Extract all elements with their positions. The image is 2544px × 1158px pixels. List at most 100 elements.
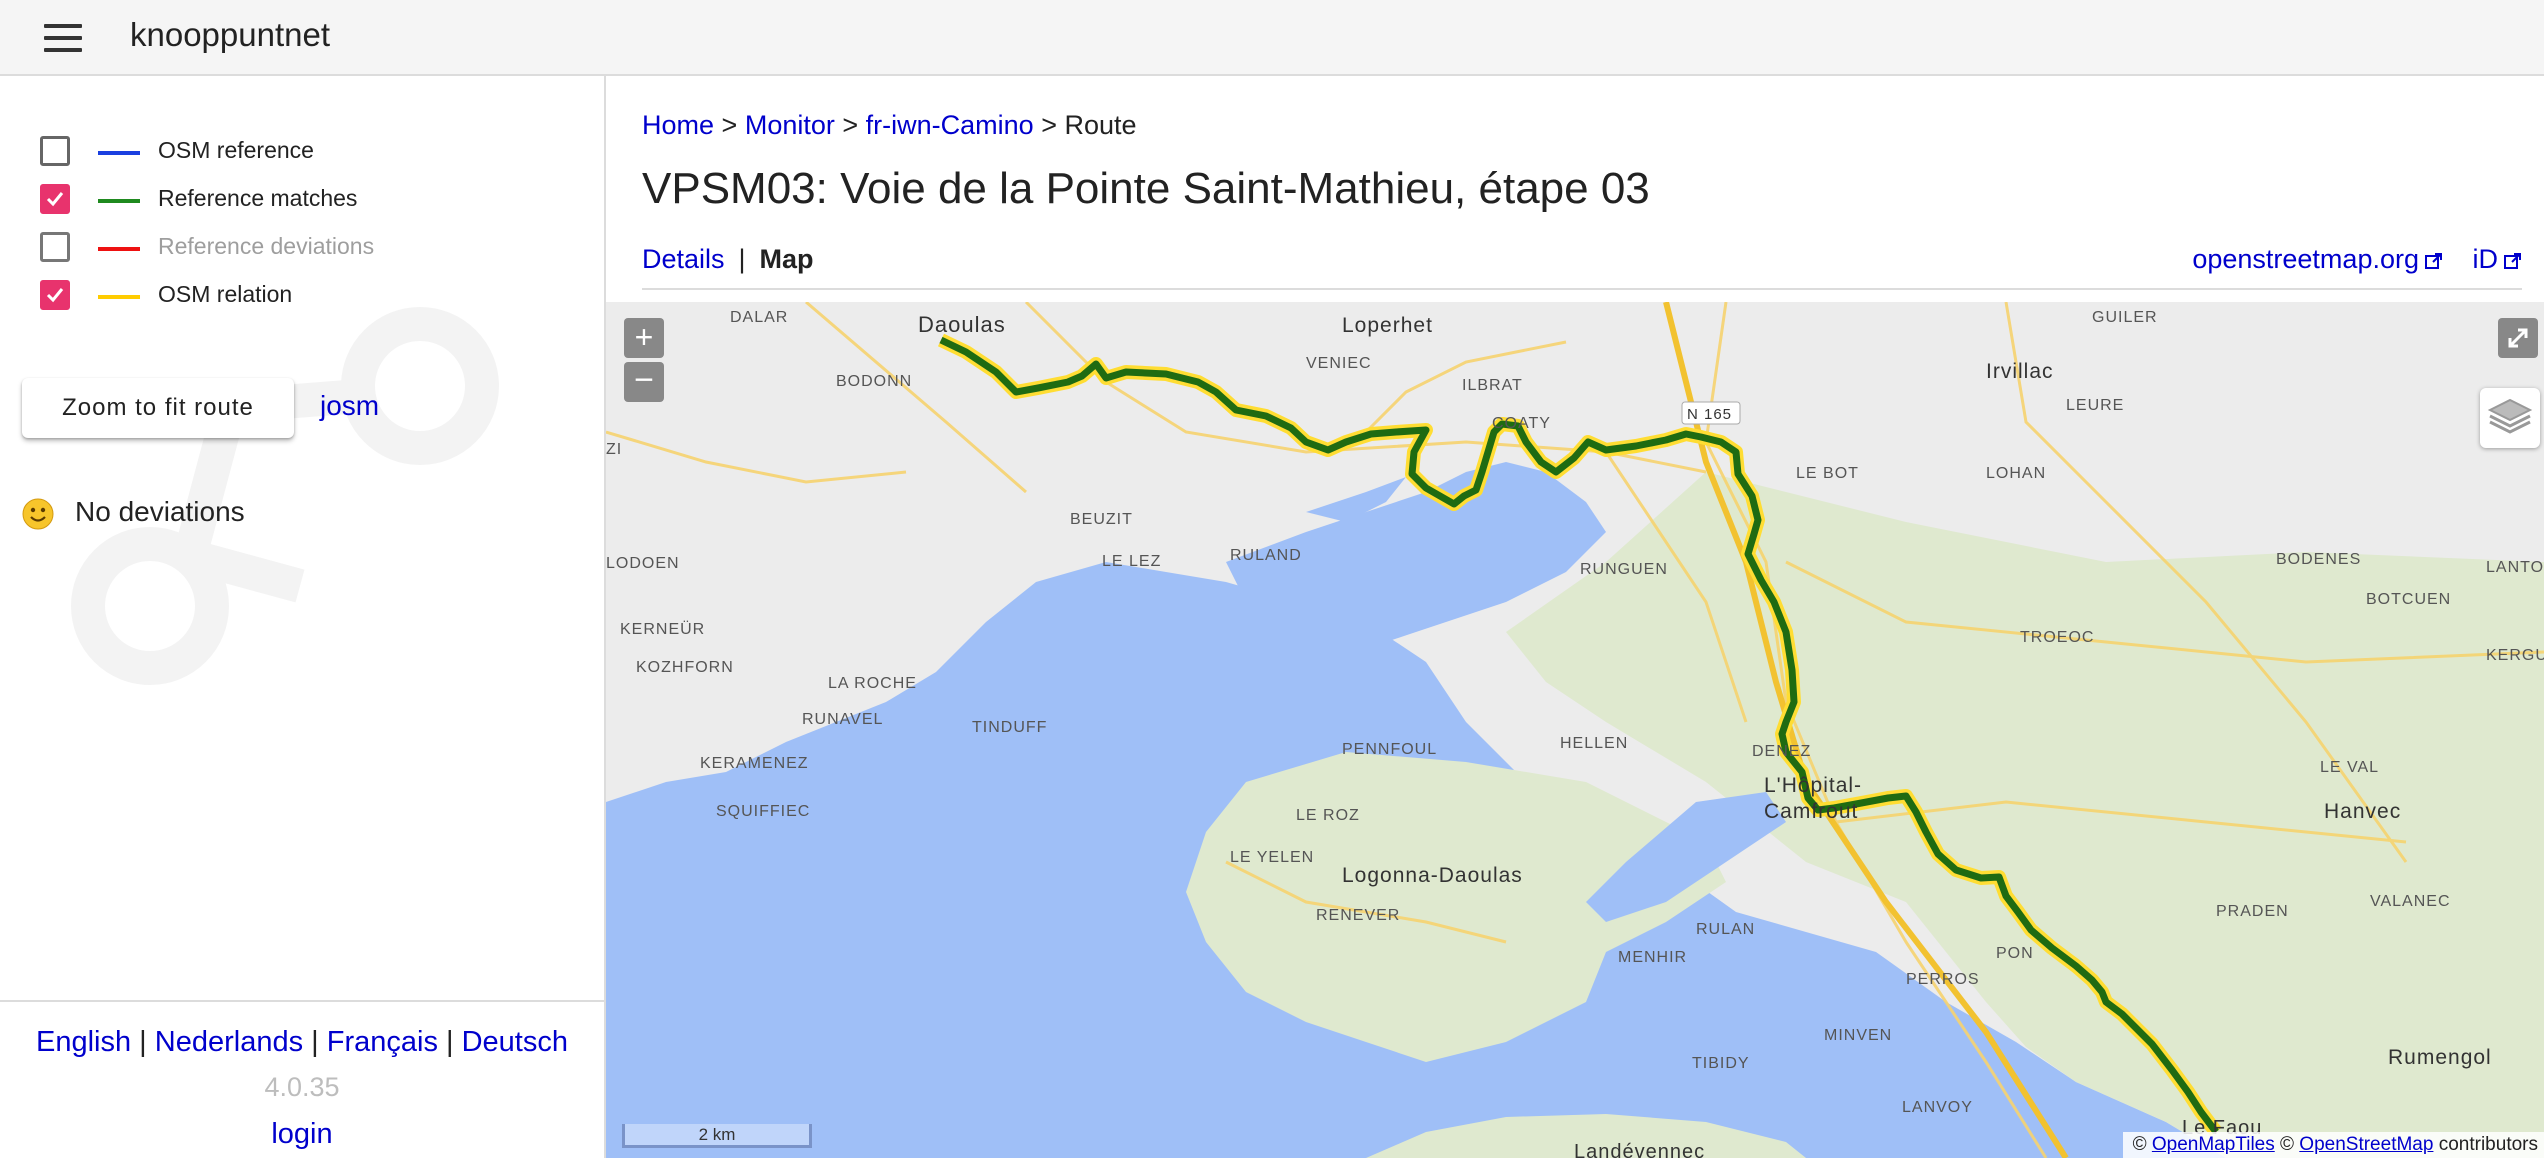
breadcrumb-separator: > <box>842 110 866 140</box>
osm-relation-checkbox[interactable] <box>40 280 70 310</box>
map-label: LANTO <box>2486 559 2544 576</box>
map-label: LA ROCHE <box>828 675 917 692</box>
tab-details[interactable]: Details <box>642 244 725 274</box>
legend-swatch <box>98 295 140 299</box>
reference-matches-checkbox[interactable] <box>40 184 70 214</box>
map-label: LE ROZ <box>1296 807 1360 824</box>
josm-link[interactable]: josm <box>320 390 379 422</box>
map-label: MENHIR <box>1618 949 1687 966</box>
breadcrumb-monitor-link[interactable]: Monitor <box>745 110 835 140</box>
version-label: 4.0.35 <box>264 1072 340 1102</box>
breadcrumb-separator: > <box>1041 110 1065 140</box>
openstreetmap-attribution-link[interactable]: OpenStreetMap <box>2299 1134 2433 1155</box>
openmaptiles-link[interactable]: OpenMapTiles <box>2152 1134 2275 1155</box>
tab-divider <box>642 288 2522 290</box>
separator: | <box>139 1026 155 1058</box>
map-label: LE LEZ <box>1102 553 1161 570</box>
check-icon <box>46 288 64 303</box>
zoom-in-button[interactable]: + <box>624 318 664 358</box>
map-label: RULAND <box>1230 547 1302 564</box>
map-attribution: © OpenMapTiles © OpenStreetMap contribut… <box>2122 1132 2544 1158</box>
legend-label: OSM reference <box>158 137 314 163</box>
map-label: BEUZIT <box>1070 511 1133 528</box>
map-label: ZI <box>606 441 622 458</box>
legend-swatch <box>98 247 140 251</box>
status-text: No deviations <box>75 496 245 527</box>
map-label: RULAN <box>1696 921 1755 938</box>
map-label: TIBIDY <box>1692 1055 1750 1072</box>
fullscreen-button[interactable] <box>2498 318 2538 358</box>
legend-label: Reference deviations <box>158 233 375 259</box>
zoom-to-fit-route-button[interactable]: Zoom to fit route <box>22 378 294 438</box>
id-editor-link[interactable]: iD <box>2473 244 2499 274</box>
legend-row-reference-deviations: Reference deviations <box>40 228 560 276</box>
legend-swatch <box>98 151 140 155</box>
legend-row-osm-reference: OSM reference <box>40 132 560 180</box>
map-label: Landévennec <box>1574 1141 1705 1158</box>
language-german-link[interactable]: Deutsch <box>462 1026 568 1058</box>
map-label: KERAMENEZ <box>700 755 809 772</box>
map-label: PRADEN <box>2216 903 2289 920</box>
map-label: KOZHFORN <box>636 659 734 676</box>
breadcrumb-separator: > <box>721 110 745 140</box>
breadcrumb: Home > Monitor > fr-iwn-Camino > Route <box>642 110 1137 141</box>
osm-reference-checkbox[interactable] <box>40 136 70 166</box>
map-label: DENEZ <box>1752 743 1811 760</box>
zoom-out-button[interactable]: − <box>624 362 664 402</box>
external-link-icon <box>2424 252 2442 269</box>
layers-icon <box>2487 398 2533 434</box>
map-label: Logonna-Daoulas <box>1342 864 1523 887</box>
route-map[interactable]: Daoulas Loperhet Irvillac GUILER DALAR B… <box>606 302 2544 1158</box>
tab-separator: | <box>738 244 746 274</box>
map-label: PERROS <box>1906 971 1980 988</box>
menu-icon[interactable] <box>40 20 88 56</box>
map-label: L'Hôpital- <box>1764 774 1862 797</box>
toolbar: knooppuntnet <box>0 0 2544 76</box>
tab-map[interactable]: Map <box>760 244 814 274</box>
legend-label: OSM relation <box>158 281 293 307</box>
breadcrumb-current: Route <box>1064 110 1137 140</box>
sidebar: OSM reference Reference matches Referenc… <box>0 76 606 1158</box>
attribution-copyright: © <box>2280 1134 2295 1155</box>
language-french-link[interactable]: Français <box>327 1026 438 1058</box>
legend-row-reference-matches: Reference matches <box>40 180 560 228</box>
map-label: N 165 <box>1687 406 1732 423</box>
breadcrumb-home-link[interactable]: Home <box>642 110 714 140</box>
layers-button[interactable] <box>2480 388 2540 448</box>
map-label: BOTCUEN <box>2366 591 2451 608</box>
external-links: openstreetmap.org iD <box>2192 244 2522 275</box>
map-label: LE BOT <box>1796 465 1859 482</box>
map-label: MINVEN <box>1824 1027 1892 1044</box>
map-label: BODENES <box>2276 551 2361 568</box>
openstreetmap-link[interactable]: openstreetmap.org <box>2192 244 2419 274</box>
map-label: LODOEN <box>606 555 680 572</box>
map-label: LOHAN <box>1986 465 2046 482</box>
map-label: Irvillac <box>1986 360 2054 383</box>
map-label: ILBRAT <box>1462 377 1523 394</box>
map-label: LE VAL <box>2320 759 2379 776</box>
map-label: Camfrout <box>1764 800 1858 823</box>
reference-deviations-checkbox[interactable] <box>40 232 70 262</box>
map-label: Hanvec <box>2324 800 2401 823</box>
map-label: KERGUAN <box>2486 647 2544 664</box>
map-label: RUNAVEL <box>802 711 883 728</box>
map-label: Loperhet <box>1342 314 1433 337</box>
map-label: LANVOY <box>1902 1099 1973 1116</box>
fullscreen-icon <box>2508 328 2528 348</box>
login-link[interactable]: login <box>0 1118 604 1151</box>
map-label: HELLEN <box>1560 735 1628 752</box>
language-dutch-link[interactable]: Nederlands <box>155 1026 303 1058</box>
map-label: Daoulas <box>918 312 1006 337</box>
map-label: DALAR <box>730 309 788 326</box>
external-link-icon <box>2504 252 2521 269</box>
legend-row-osm-relation: OSM relation <box>40 276 560 324</box>
breadcrumb-group-link[interactable]: fr-iwn-Camino <box>866 110 1034 140</box>
language-english-link[interactable]: English <box>36 1026 131 1058</box>
map-label: TINDUFF <box>972 719 1047 736</box>
map-label: RUNGUEN <box>1580 561 1668 578</box>
app-title[interactable]: knooppuntnet <box>130 16 330 54</box>
page-title: VPSM03: Voie de la Pointe Saint-Mathieu,… <box>642 164 1650 213</box>
separator: | <box>311 1026 327 1058</box>
map-label: RENEVER <box>1316 907 1400 924</box>
smile-icon <box>22 498 54 530</box>
